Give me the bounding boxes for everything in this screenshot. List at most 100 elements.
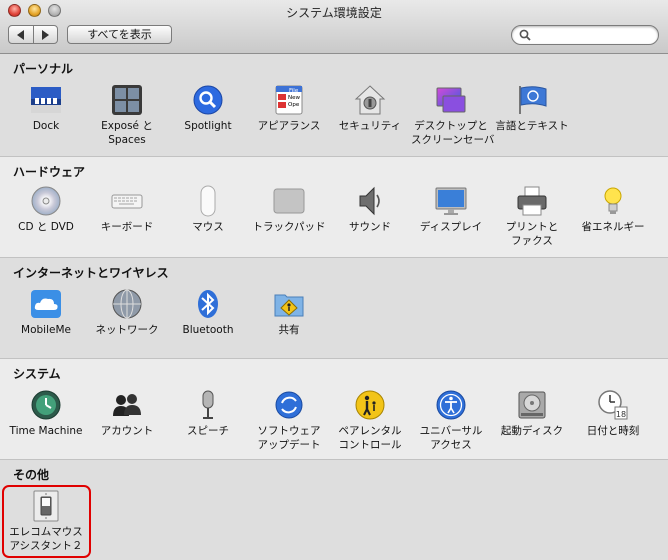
- software-update-icon: [275, 391, 303, 419]
- calendar-day-text: 18: [616, 410, 626, 419]
- pane-sharing[interactable]: 共有: [249, 288, 329, 337]
- pane-startup-disk[interactable]: 起動ディスク: [492, 389, 572, 438]
- section-personal: パーソナル Dock Exposé と Spaces Spotlight Fil…: [0, 54, 668, 157]
- pane-label: ディスプレイ: [419, 221, 483, 233]
- pane-label: アカウント: [100, 425, 154, 437]
- pane-displays[interactable]: ディスプレイ: [411, 185, 491, 234]
- pane-accounts[interactable]: アカウント: [87, 389, 167, 438]
- spotlight-icon: [193, 85, 223, 115]
- pane-bluetooth[interactable]: Bluetooth: [168, 288, 248, 337]
- pane-label: マウス: [192, 221, 224, 233]
- forward-arrow-icon: [41, 29, 49, 40]
- pane-label: Dock: [32, 120, 60, 132]
- section-title-hardware: ハードウェア: [13, 165, 86, 179]
- pane-speech[interactable]: スピーチ: [168, 389, 248, 438]
- printer-icon: [517, 186, 547, 216]
- pane-label-line2: コントロール: [338, 439, 402, 451]
- expose-spaces-icon: [112, 85, 142, 115]
- clock-calendar-icon: 18: [598, 390, 628, 420]
- speaker-icon: [359, 186, 380, 216]
- title-bar: システム環境設定 すべてを表示: [0, 0, 668, 54]
- pane-label: トラックパッド: [252, 221, 326, 233]
- search-field[interactable]: [511, 25, 659, 45]
- parental-controls-icon: [355, 390, 385, 420]
- sharing-folder-icon: [274, 294, 304, 317]
- pane-label-line2: Spaces: [108, 134, 146, 146]
- house-lock-icon: [354, 85, 386, 115]
- pane-label: キーボード: [100, 221, 154, 233]
- pane-security[interactable]: セキュリティ: [330, 84, 410, 133]
- window-title: システム環境設定: [286, 6, 382, 20]
- appearance-new-text: New: [288, 95, 300, 101]
- pane-label: ペアレンタル: [338, 425, 402, 437]
- pane-label: サウンド: [349, 221, 391, 233]
- forward-button[interactable]: [32, 26, 58, 43]
- pane-label: デスクトップと: [414, 120, 488, 132]
- pane-label: Spotlight: [184, 120, 232, 132]
- pane-label: 省エネルギー: [581, 221, 645, 233]
- pane-print-fax[interactable]: プリントと ファクス: [492, 185, 572, 248]
- pane-label: プリントと: [505, 221, 559, 233]
- network-globe-icon: [112, 289, 142, 319]
- pane-label: MobileMe: [21, 324, 71, 336]
- pane-spotlight[interactable]: Spotlight: [168, 84, 248, 133]
- pane-date-time[interactable]: 18 日付と時刻: [573, 389, 653, 438]
- pane-label-line2: アクセス: [430, 439, 472, 451]
- pane-keyboard[interactable]: キーボード: [87, 185, 167, 234]
- pane-mobileme[interactable]: MobileMe: [6, 288, 86, 337]
- pane-desktop-screensaver[interactable]: デスクトップと スクリーンセーバ: [411, 84, 495, 147]
- pane-energy-saver[interactable]: 省エネルギー: [573, 185, 653, 234]
- pane-trackpad[interactable]: トラックパッド: [249, 185, 329, 234]
- hard-disk-icon: [518, 391, 546, 419]
- pane-label-line2: スクリーンセーバ: [411, 134, 495, 146]
- pane-label: スピーチ: [187, 425, 229, 437]
- pane-mouse[interactable]: マウス: [168, 185, 248, 234]
- pane-label: 言語とテキスト: [495, 120, 569, 132]
- system-preferences-window: システム環境設定 すべてを表示 パーソナル Dock Exposé と Spac…: [0, 0, 668, 560]
- lightbulb-icon: [604, 187, 622, 214]
- section-title-other: その他: [13, 468, 50, 482]
- pane-parental-controls[interactable]: ペアレンタル コントロール: [330, 389, 410, 452]
- nav-button-group: [8, 25, 58, 44]
- pane-software-update[interactable]: ソフトウェア アップデート: [249, 389, 329, 452]
- section-hardware: ハードウェア CD と DVD キーボード マウス トラックパッド サウンド デ…: [0, 157, 668, 258]
- pane-label: Exposé と: [101, 120, 153, 132]
- section-title-personal: パーソナル: [13, 62, 74, 76]
- accounts-icon: [113, 394, 141, 416]
- pane-label: Time Machine: [9, 425, 83, 437]
- microphone-icon: [202, 390, 214, 419]
- pane-label: ネットワーク: [95, 324, 159, 336]
- trackpad-icon: [273, 188, 305, 214]
- pane-label: 共有: [278, 324, 300, 336]
- search-input[interactable]: [534, 28, 650, 42]
- pane-cd-dvd[interactable]: CD と DVD: [6, 185, 86, 234]
- pane-label: ソフトウェア: [257, 425, 321, 437]
- pane-network[interactable]: ネットワーク: [87, 288, 167, 337]
- pane-time-machine[interactable]: Time Machine: [6, 389, 86, 438]
- pane-universal-access[interactable]: ユニバーサル アクセス: [411, 389, 491, 452]
- search-icon: [519, 29, 531, 41]
- bluetooth-icon: [198, 290, 218, 318]
- pane-expose-spaces[interactable]: Exposé と Spaces: [87, 84, 167, 147]
- pane-dock[interactable]: Dock: [6, 84, 86, 133]
- show-all-button[interactable]: すべてを表示: [67, 25, 172, 44]
- pane-label: CD と DVD: [18, 221, 74, 233]
- pane-label: 起動ディスク: [500, 425, 564, 437]
- appearance-file-text: File: [289, 88, 299, 94]
- selection-highlight-box: [2, 485, 91, 558]
- section-internet-wireless: インターネットとワイヤレス MobileMe ネットワーク Bluetooth: [0, 258, 668, 359]
- pane-sound[interactable]: サウンド: [330, 185, 410, 234]
- pane-appearance[interactable]: File New Ope アピアランス: [249, 84, 329, 133]
- pane-label: セキュリティ: [338, 120, 402, 132]
- section-title-system: システム: [13, 367, 61, 381]
- time-machine-icon: [31, 390, 61, 420]
- dock-icon: [31, 87, 61, 113]
- pane-label-line2: アップデート: [257, 439, 321, 451]
- back-arrow-icon: [17, 29, 25, 40]
- pane-language-text[interactable]: 言語とテキスト: [492, 84, 572, 133]
- back-button[interactable]: [9, 26, 33, 43]
- pane-label: ユニバーサル: [419, 425, 483, 437]
- mouse-icon: [200, 185, 216, 217]
- display-icon: [435, 187, 467, 215]
- pane-label: アピアランス: [257, 120, 321, 132]
